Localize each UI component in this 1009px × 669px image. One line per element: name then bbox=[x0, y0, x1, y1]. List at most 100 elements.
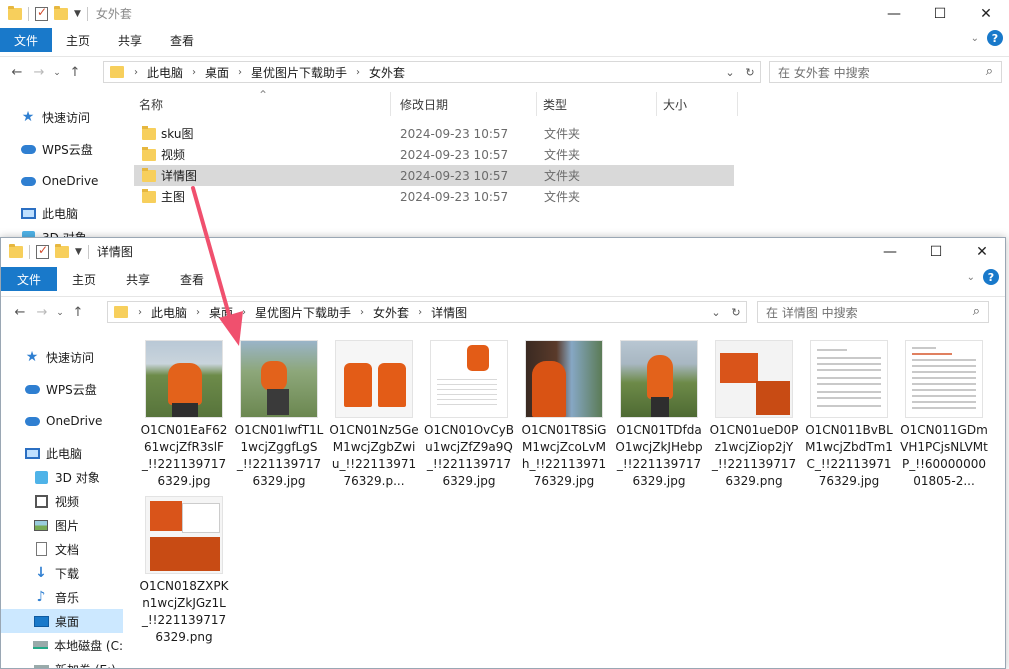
tab-share[interactable]: 共享 bbox=[104, 28, 156, 52]
recent-chevron-icon[interactable]: ⌄ bbox=[53, 308, 67, 318]
expand-ribbon-icon[interactable]: ⌄ bbox=[967, 272, 975, 283]
breadcrumb-item[interactable]: 星优图片下载助手 bbox=[251, 64, 347, 81]
breadcrumb-item[interactable]: 详情图 bbox=[431, 304, 467, 321]
help-icon[interactable]: ? bbox=[983, 269, 999, 285]
minimize-button[interactable]: — bbox=[871, 0, 917, 27]
sidebar-item-wps-cloud[interactable]: WPS云盘 bbox=[1, 377, 123, 401]
address-row: ← → ⌄ ↑ › 此电脑 › 桌面 › 星优图片下载助手 › 女外套 ⌄ ↻ 在 女… bbox=[0, 56, 1009, 88]
refresh-icon[interactable]: ↻ bbox=[726, 306, 746, 319]
new-folder-icon[interactable] bbox=[54, 5, 68, 20]
column-size[interactable]: 大小 bbox=[663, 96, 687, 113]
sidebar-item-3d-objects[interactable]: 3D 对象 bbox=[1, 465, 123, 489]
sort-ascending-icon: ⌃ bbox=[258, 88, 269, 102]
breadcrumb-item[interactable]: 此电脑 bbox=[147, 64, 183, 81]
properties-icon[interactable] bbox=[36, 243, 49, 259]
minimize-button[interactable]: — bbox=[867, 238, 913, 265]
tab-share[interactable]: 共享 bbox=[111, 267, 165, 291]
refresh-icon[interactable]: ↻ bbox=[740, 66, 760, 79]
tab-home[interactable]: 主页 bbox=[57, 267, 111, 291]
tab-view[interactable]: 查看 bbox=[165, 267, 219, 291]
properties-icon[interactable] bbox=[35, 5, 48, 21]
sidebar-item-documents[interactable]: 文档 bbox=[1, 537, 123, 561]
breadcrumb-item[interactable]: 女外套 bbox=[373, 304, 409, 321]
file-thumbnail[interactable]: O1CN01Nz5GeM1wcjZgbZwiu_!!2211397176329.… bbox=[327, 340, 421, 490]
list-item[interactable]: sku图 2024-09-23 10:57 文件夹 bbox=[134, 123, 734, 144]
chevron-down-icon[interactable]: ▼ bbox=[74, 9, 81, 19]
sidebar-item-desktop[interactable]: 桌面 bbox=[1, 609, 123, 633]
file-thumbnail[interactable]: O1CN011BvBLM1wcjZbdTm1C_!!2211397176329.… bbox=[802, 340, 896, 490]
sidebar-item-this-pc[interactable]: 此电脑 bbox=[0, 201, 122, 225]
quick-access-toolbar: ▼ bbox=[0, 5, 88, 21]
new-folder-icon[interactable] bbox=[55, 243, 69, 258]
address-bar[interactable]: › 此电脑 › 桌面 › 星优图片下载助手 › 女外套 › 详情图 ⌄ ↻ bbox=[107, 301, 747, 323]
file-thumbnail[interactable]: O1CN011GDmVH1PCjsNLVMtP_!!6000000001805-… bbox=[897, 340, 991, 490]
search-icon[interactable]: ⌕ bbox=[986, 64, 993, 79]
sidebar-item-wps-cloud[interactable]: WPS云盘 bbox=[0, 137, 122, 161]
sidebar-item-new-volume[interactable]: 新加卷 (E:) bbox=[1, 657, 123, 668]
file-name: O1CN01T8SiGM1wcjZcoLvMh_!!2211397176329.… bbox=[521, 423, 607, 488]
close-button[interactable]: ✕ bbox=[963, 0, 1009, 27]
file-name: O1CN01TDfdaO1wcjZkJHebp_!!2211397176329.… bbox=[615, 423, 703, 488]
forward-arrow-icon[interactable]: → bbox=[31, 305, 53, 320]
close-button[interactable]: ✕ bbox=[959, 238, 1005, 265]
column-type[interactable]: 类型 bbox=[543, 96, 567, 113]
maximize-button[interactable]: ☐ bbox=[917, 0, 963, 27]
onedrive-icon bbox=[24, 416, 40, 426]
breadcrumb-item[interactable]: 桌面 bbox=[205, 64, 229, 81]
recent-chevron-icon[interactable]: ⌄ bbox=[50, 68, 64, 78]
sidebar-item-downloads[interactable]: ↓ 下载 bbox=[1, 561, 123, 585]
tab-home[interactable]: 主页 bbox=[52, 28, 104, 52]
back-arrow-icon[interactable]: ← bbox=[9, 305, 31, 320]
address-dropdown-icon[interactable]: ⌄ bbox=[720, 66, 740, 79]
column-modified[interactable]: 修改日期 bbox=[400, 96, 448, 113]
address-bar[interactable]: › 此电脑 › 桌面 › 星优图片下载助手 › 女外套 ⌄ ↻ bbox=[103, 61, 761, 83]
file-thumbnail[interactable]: O1CN01TDfdaO1wcjZkJHebp_!!2211397176329.… bbox=[612, 340, 706, 490]
file-thumbnail[interactable]: O1CN01ueD0Pz1wcjZiop2jY_!!2211397176329.… bbox=[707, 340, 801, 490]
computer-icon bbox=[20, 207, 36, 219]
sidebar-item-onedrive[interactable]: OneDrive bbox=[0, 169, 122, 193]
tab-file[interactable]: 文件 bbox=[1, 267, 57, 291]
list-item[interactable]: 视频 2024-09-23 10:57 文件夹 bbox=[134, 144, 734, 165]
drive-icon bbox=[33, 641, 49, 649]
file-thumbnail[interactable]: O1CN018ZXPKn1wcjZkJGz1L_!!2211397176329.… bbox=[137, 496, 231, 646]
ribbon-tabs: 文件 主页 共享 查看 ⌄ ? bbox=[1, 267, 1005, 291]
search-input[interactable]: 在 女外套 中搜索 ⌕ bbox=[769, 61, 1002, 83]
maximize-button[interactable]: ☐ bbox=[913, 238, 959, 265]
help-icon[interactable]: ? bbox=[987, 30, 1003, 46]
sidebar-item-this-pc[interactable]: 此电脑 bbox=[1, 441, 123, 465]
sidebar-item-onedrive[interactable]: OneDrive bbox=[1, 409, 123, 433]
tab-file[interactable]: 文件 bbox=[0, 28, 52, 52]
up-arrow-icon[interactable]: ↑ bbox=[64, 65, 86, 80]
film-icon bbox=[34, 494, 48, 508]
sidebar-item-pictures[interactable]: 图片 bbox=[1, 513, 123, 537]
breadcrumb-item[interactable]: 此电脑 bbox=[151, 304, 187, 321]
address-dropdown-icon[interactable]: ⌄ bbox=[706, 306, 726, 319]
search-icon[interactable]: ⌕ bbox=[973, 304, 980, 319]
expand-ribbon-icon[interactable]: ⌄ bbox=[971, 33, 979, 44]
breadcrumb-item[interactable]: 桌面 bbox=[209, 304, 233, 321]
sidebar-item-local-disk[interactable]: 本地磁盘 (C: bbox=[1, 633, 123, 657]
back-arrow-icon[interactable]: ← bbox=[6, 65, 28, 80]
up-arrow-icon[interactable]: ↑ bbox=[67, 305, 89, 320]
column-name[interactable]: 名称 bbox=[139, 96, 163, 113]
chevron-down-icon[interactable]: ▼ bbox=[75, 247, 82, 257]
breadcrumb: › 此电脑 › 桌面 › 星优图片下载助手 › 女外套 bbox=[134, 64, 406, 81]
file-thumbnail[interactable]: O1CN01lwfT1L1wcjZggfLgS_!!2211397176329.… bbox=[232, 340, 326, 490]
file-thumbnail[interactable]: O1CN01OvCyBu1wcjZfZ9a9Q_!!2211397176329.… bbox=[422, 340, 516, 490]
sidebar-item-quick-access[interactable]: ★ 快速访问 bbox=[1, 345, 123, 369]
breadcrumb-item[interactable]: 星优图片下载助手 bbox=[255, 304, 351, 321]
file-thumbnail[interactable]: O1CN01T8SiGM1wcjZcoLvMh_!!2211397176329.… bbox=[517, 340, 611, 490]
tab-view[interactable]: 查看 bbox=[156, 28, 208, 52]
file-thumbnail[interactable]: O1CN01EaF6261wcjZfR3slF_!!2211397176329.… bbox=[137, 340, 231, 490]
sidebar-item-music[interactable]: ♪ 音乐 bbox=[1, 585, 123, 609]
breadcrumb-item[interactable]: 女外套 bbox=[369, 64, 405, 81]
ribbon-tabs: 文件 主页 共享 查看 ⌄ ? bbox=[0, 28, 1009, 52]
search-input[interactable]: 在 详情图 中搜索 ⌕ bbox=[757, 301, 989, 323]
sidebar-item-videos[interactable]: 视频 bbox=[1, 489, 123, 513]
forward-arrow-icon[interactable]: → bbox=[28, 65, 50, 80]
list-item-selected[interactable]: 详情图 2024-09-23 10:57 文件夹 bbox=[134, 165, 734, 186]
image-preview bbox=[145, 340, 223, 418]
file-name: O1CN01Nz5GeM1wcjZgbZwiu_!!2211397176329.… bbox=[329, 423, 419, 488]
list-item[interactable]: 主图 2024-09-23 10:57 文件夹 bbox=[134, 186, 734, 207]
file-name: O1CN018ZXPKn1wcjZkJGz1L_!!2211397176329.… bbox=[139, 579, 229, 644]
